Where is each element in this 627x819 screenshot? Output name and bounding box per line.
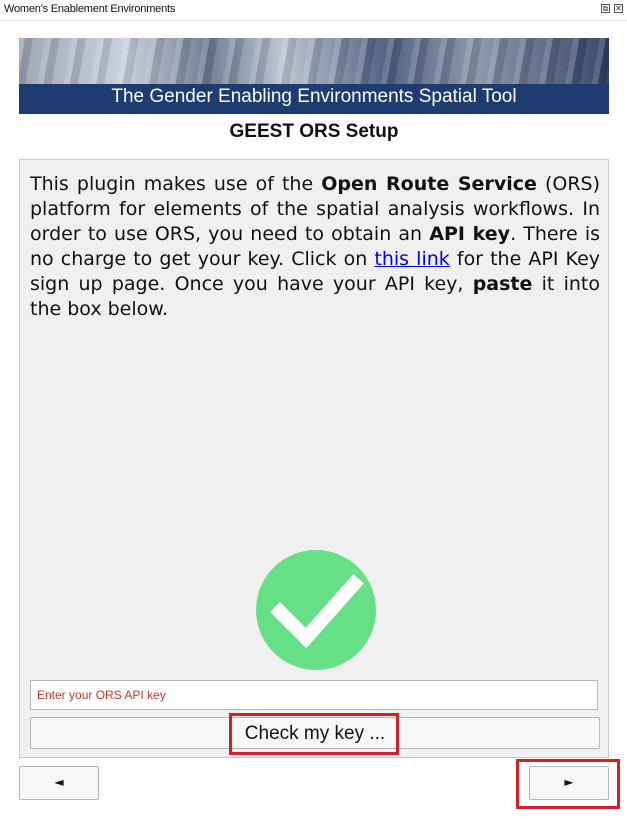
banner-image (19, 38, 609, 84)
previous-button[interactable]: ◄ (19, 766, 99, 800)
header-banner: The Gender Enabling Environments Spatial… (19, 38, 609, 114)
description-text: This plugin makes use of the Open Route … (30, 172, 600, 322)
api-key-input[interactable]: Enter your ORS API key (30, 680, 598, 710)
window-title: Women's Enablement Environments (4, 3, 176, 15)
status-badge (256, 550, 376, 670)
close-window-icon[interactable]: ✕ (614, 4, 623, 13)
setup-panel: This plugin makes use of the Open Route … (19, 159, 609, 758)
check-icon (270, 574, 364, 649)
check-key-highlight (229, 713, 399, 755)
page-title: GEEST ORS Setup (229, 121, 399, 142)
description-part: This plugin makes use of the (30, 173, 322, 195)
float-window-icon[interactable]: ⧉ (601, 4, 610, 13)
previous-icon: ◄ (54, 775, 64, 789)
description-emphasis: API key (429, 223, 511, 245)
signup-link[interactable]: this link (374, 248, 449, 270)
description-emphasis: Open Route Service (321, 173, 537, 195)
description-emphasis: paste (472, 273, 533, 295)
next-button-highlight (516, 759, 620, 809)
banner-caption: The Gender Enabling Environments Spatial… (111, 86, 517, 107)
title-bar: Women's Enablement Environments ⧉ ✕ (0, 0, 627, 21)
